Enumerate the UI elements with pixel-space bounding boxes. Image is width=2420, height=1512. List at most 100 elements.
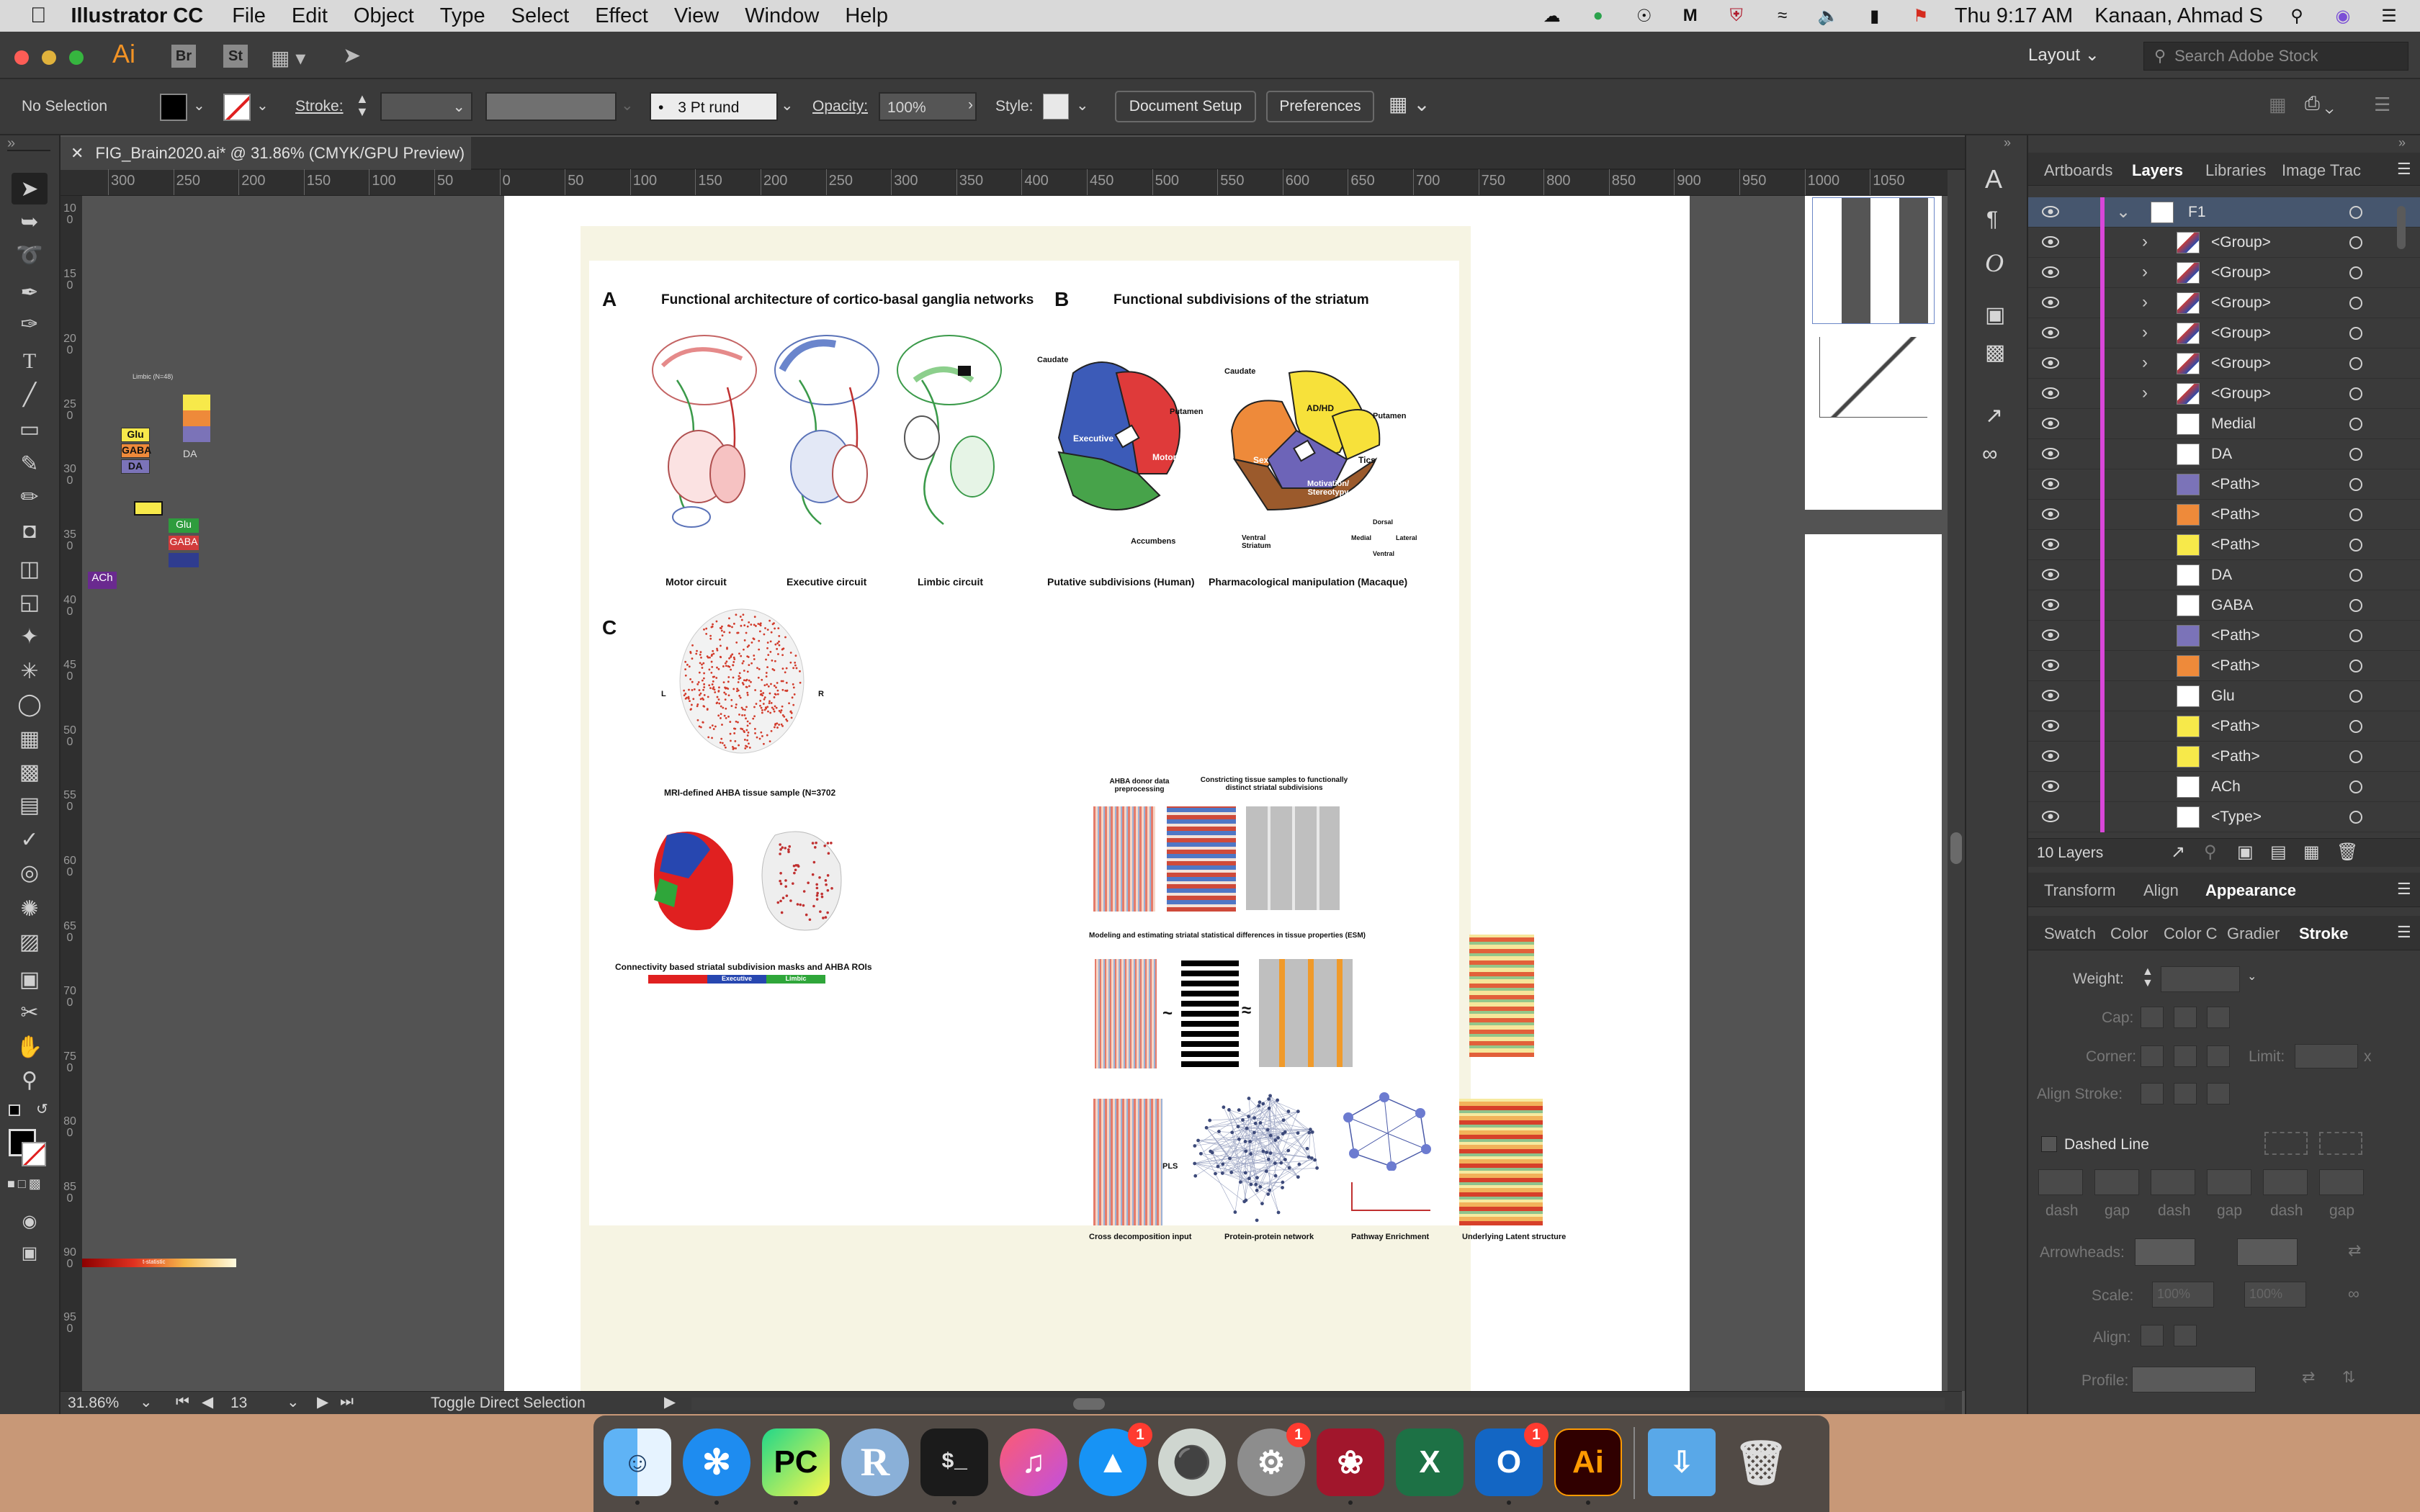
safari-icon[interactable]: ✻ [683,1428,750,1496]
hand-tool-icon[interactable]: ✋ [12,1031,48,1063]
minimize-window-button[interactable] [42,50,56,65]
last-artboard-icon[interactable]: ⏭ [340,1393,354,1410]
tab-appearance[interactable]: Appearance [2205,881,2296,900]
music-icon[interactable]: ♫ [1000,1428,1067,1496]
target-circle-icon[interactable] [2349,780,2362,793]
style-dropdown-icon[interactable]: ⌄ [1076,96,1089,114]
artboard-preview-bottom[interactable] [1805,534,1942,1391]
perspective-grid-icon[interactable]: ▦ [12,723,48,755]
line-tool-icon[interactable]: ╱ [12,379,48,410]
weight-dropdown-icon[interactable]: ⌄ [2247,969,2257,984]
mendeley-icon[interactable]: ❀ [1317,1428,1384,1496]
layer-row[interactable]: <Path> [2028,469,2420,500]
illustrator-icon[interactable]: Ai [1554,1428,1622,1496]
layer-row[interactable]: <Type> [2028,802,2420,832]
shape-builder-icon[interactable]: ◯ [12,688,48,720]
locate-object-icon[interactable]: ⚲ [2204,842,2217,863]
gap-field-1[interactable] [2094,1169,2139,1195]
profile-select[interactable] [2132,1367,2256,1392]
variable-width-profile[interactable] [485,92,617,121]
slice-tool-icon[interactable]: ✂ [12,996,48,1028]
visibility-eye-icon[interactable] [2041,567,2060,582]
layer-row[interactable]: <Path> [2028,621,2420,651]
document-tab[interactable]: ✕ FIG_Brain2020.ai* @ 31.86% (CMYK/GPU P… [60,137,471,170]
layer-row[interactable]: <Path> [2028,742,2420,772]
target-circle-icon[interactable] [2349,599,2362,612]
default-colors-icon[interactable] [9,1104,20,1116]
target-circle-icon[interactable] [2349,508,2362,521]
corner-miter[interactable] [2141,1045,2164,1067]
tab-libraries[interactable]: Libraries [2205,161,2266,180]
cross-decomposition-heatmap[interactable] [1093,1099,1162,1225]
artboard-number[interactable]: 13 [230,1395,247,1412]
workspace-switcher[interactable]: Layout ⌄ [2028,45,2099,66]
arrow-align-2[interactable] [2174,1325,2197,1346]
document-setup-button[interactable]: Document Setup [1115,91,1256,122]
layer-row[interactable]: › <Group> [2028,288,2420,318]
menu-app-name[interactable]: Illustrator CC [71,4,204,28]
target-circle-icon[interactable] [2349,266,2362,279]
executive-circuit-brain[interactable] [771,330,886,546]
tab-transform[interactable]: Transform [2044,881,2115,900]
profile-dropdown-icon[interactable]: ⌄ [621,96,634,114]
curvature-tool-icon[interactable]: ✑ [12,308,48,340]
pasteboard-orange-swatch[interactable] [183,410,210,426]
corner-bevel[interactable] [2207,1045,2230,1067]
shield-icon[interactable]: ⛨ [1724,5,1749,27]
tab-align[interactable]: Align [2143,881,2179,900]
layer-row[interactable]: <Path> [2028,500,2420,530]
terminal-icon[interactable]: $_ [920,1428,988,1496]
flip-across-icon[interactable]: ⇅ [2342,1368,2355,1387]
eyedropper-tool-icon[interactable]: ✓ [12,824,48,855]
rectangle-tool-icon[interactable]: ▭ [12,413,48,445]
prev-artboard-icon[interactable]: ◀ [202,1393,213,1411]
protein-network[interactable] [1187,1086,1328,1230]
artboard-main[interactable]: A Functional architecture of cortico-bas… [504,196,1690,1391]
delete-layer-icon[interactable]: 🗑 [2336,842,2358,863]
visibility-eye-icon[interactable] [2041,688,2060,703]
visibility-eye-icon[interactable] [2041,416,2060,431]
menu-view[interactable]: View [674,4,719,28]
tab-color-guide[interactable]: Color C [2164,924,2218,943]
visibility-eye-icon[interactable] [2041,658,2060,672]
layer-row[interactable]: <Path> [2028,530,2420,560]
visibility-eye-icon[interactable] [2041,325,2060,340]
first-artboard-icon[interactable]: ⏮ [176,1393,189,1410]
character-panel-icon[interactable]: A [1985,164,2002,194]
menu-effect[interactable]: Effect [595,4,648,28]
zoom-tool-icon[interactable]: ⚲ [12,1064,48,1096]
control-menu-icon[interactable]: ☰ [2374,94,2390,116]
clipping-mask-icon[interactable]: ▣ [2237,842,2254,863]
chevron-down-icon[interactable]: ⌄ [2116,202,2130,222]
clock[interactable]: Thu 9:17 AM [1955,4,2073,28]
panel-menu-icon[interactable]: ☰ [2397,160,2411,179]
menu-select[interactable]: Select [511,4,570,28]
target-circle-icon[interactable] [2349,448,2362,461]
symbol-sprayer-icon[interactable]: ✺ [12,893,48,924]
expression-heatmap-1[interactable] [1093,806,1155,912]
pasteboard-yellow-rect[interactable] [134,501,163,516]
layers-scroll-thumb[interactable] [2397,206,2406,249]
close-window-button[interactable] [14,50,29,65]
opentype-panel-icon[interactable]: O [1985,248,2004,278]
scale-start-field[interactable]: 100% [2152,1282,2214,1308]
graphic-style-swatch[interactable] [1043,94,1069,120]
link-scale-icon[interactable]: ∞ [2348,1284,2360,1303]
visibility-eye-icon[interactable] [2041,295,2060,310]
brush-definition[interactable]: • 3 Pt rund [650,92,778,121]
zoom-dropdown-icon[interactable]: ⌄ [140,1393,153,1411]
new-layer-icon[interactable]: ▦ [2303,842,2320,863]
visibility-eye-icon[interactable] [2041,386,2060,400]
macaque-striatum-diagram[interactable] [1224,366,1390,524]
artboard-tool-icon[interactable]: ▣ [12,963,48,995]
chevron-right-icon[interactable]: › [2142,323,2148,343]
target-circle-icon[interactable] [2349,539,2362,552]
layer-row[interactable]: › <Group> [2028,228,2420,258]
scale-end-field[interactable]: 100% [2244,1282,2306,1308]
tab-gradient[interactable]: Gradier [2227,924,2280,943]
visibility-eye-icon[interactable] [2041,779,2060,793]
width-tool-icon[interactable]: ✦ [12,621,48,652]
susceptibility-map[interactable] [1259,959,1353,1067]
design-matrix[interactable] [1181,959,1239,1067]
stroke-swatch[interactable] [223,94,251,121]
